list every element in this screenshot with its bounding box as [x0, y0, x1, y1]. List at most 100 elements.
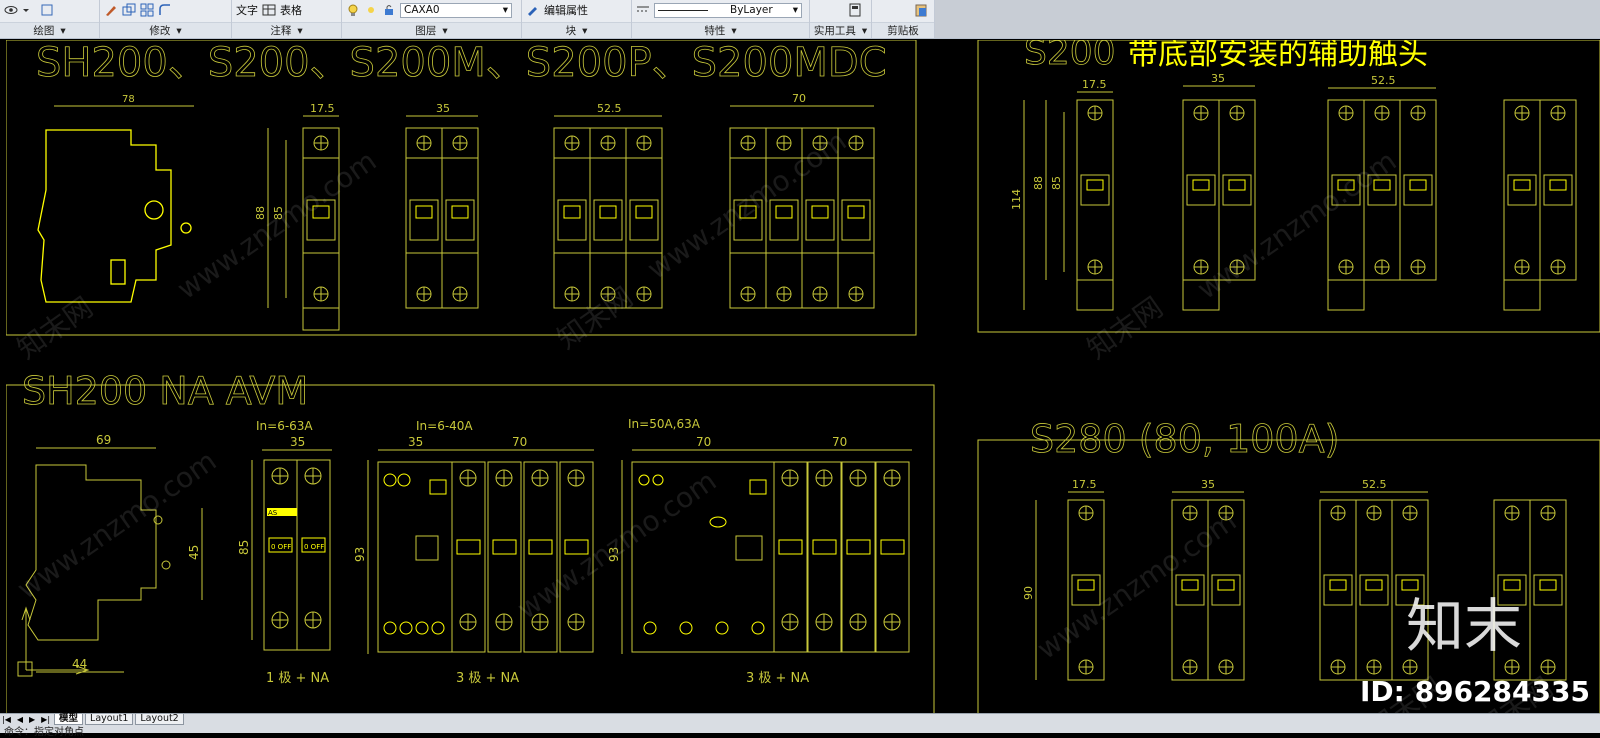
- fillet-icon[interactable]: [158, 3, 172, 17]
- aux-dim-17-5: 17.5: [1077, 78, 1113, 93]
- sun-icon[interactable]: [364, 3, 378, 17]
- ribbon-group-label[interactable]: 特性 ▾: [632, 22, 809, 38]
- diagonal-watermark: www.znzmo.com: [11, 444, 222, 606]
- linetype-select[interactable]: ByLayer ▾: [654, 2, 802, 18]
- ribbon-group-label[interactable]: 实用工具 ▾: [810, 22, 871, 38]
- edit-attribute-icon[interactable]: [526, 3, 540, 17]
- lock-icon[interactable]: [382, 3, 396, 17]
- layer-tools: CAXA0 ▾: [346, 1, 512, 19]
- text-button[interactable]: 文字: [236, 2, 258, 18]
- tab-layout1[interactable]: Layout1: [85, 714, 134, 725]
- dim-label: 45: [187, 545, 201, 560]
- ribbon-group-label[interactable]: 剪贴板: [872, 22, 934, 38]
- dim-17-5: 17.5: [303, 102, 339, 117]
- dim-label: 88: [1032, 176, 1045, 190]
- edit-attribute-button[interactable]: 编辑属性: [544, 2, 588, 18]
- na-module-3pole-left: [377, 461, 453, 653]
- layers-group-label: 图层: [415, 25, 437, 37]
- measure-icon[interactable]: [40, 3, 54, 17]
- ribbon-group-label[interactable]: 块 ▾: [522, 22, 631, 38]
- dim-label: 70: [792, 92, 806, 105]
- dim-52-5: 52.5: [554, 102, 662, 117]
- dim-label: 35: [1211, 72, 1225, 85]
- view-eye-icon[interactable]: [4, 3, 18, 17]
- id-watermark: ID: 896284335: [1360, 675, 1590, 708]
- table-button[interactable]: 表格: [280, 2, 302, 18]
- drawing-svg[interactable]: SH200、S200、S200M、S200P、S200MDC S200 带底部安…: [6, 40, 1600, 713]
- dropdown-icon[interactable]: [22, 3, 36, 17]
- clipboard-tools: [876, 1, 928, 19]
- diagonal-watermark: www.znzmo.com: [1031, 504, 1242, 666]
- annotate-group-label: 注释: [270, 25, 292, 37]
- dim-label: 85: [237, 540, 251, 555]
- linetype-icon[interactable]: [636, 3, 650, 17]
- tab-layout2[interactable]: Layout2: [135, 714, 184, 725]
- dim-label: 85: [1050, 176, 1063, 190]
- chevron-down-icon: ▾: [297, 24, 303, 37]
- ribbon: 绘图 ▾ 修改 ▾ 文字 表格 注释 ▾ CAXA0 ▾ 图层 ▾ 编辑属性 块…: [0, 0, 1600, 39]
- title-s280: S280 (80, 100A): [1030, 417, 1339, 461]
- diagonal-watermark-cn: 知末网: [1081, 291, 1169, 366]
- modify-tools: [104, 1, 172, 19]
- diagonal-watermark: www.znzmo.com: [511, 464, 722, 626]
- modify-group-label: 修改: [149, 25, 171, 37]
- command-line[interactable]: 命令：指定对角点: [4, 723, 84, 738]
- dim-label: 69: [96, 433, 111, 447]
- dim-label: 90: [1022, 586, 1035, 600]
- utilities-tools: [814, 1, 862, 19]
- diagonal-watermark: www.znzmo.com: [171, 144, 382, 306]
- copy-icon[interactable]: [122, 3, 136, 17]
- draw-group-label: 绘图: [33, 25, 55, 37]
- dim-label: 52.5: [1371, 74, 1396, 87]
- s280-module-1pole: [1067, 499, 1105, 681]
- zhimo-logo: 知末: [1406, 592, 1523, 660]
- s280-dim-90: 90: [1022, 500, 1037, 680]
- frame-na-avm: [6, 384, 935, 713]
- table-icon[interactable]: [262, 3, 276, 17]
- chevron-down-icon: ▾: [60, 24, 66, 37]
- array-icon[interactable]: [140, 3, 154, 17]
- paste-icon[interactable]: [914, 3, 928, 17]
- ribbon-group-label[interactable]: 绘图 ▾: [0, 22, 99, 38]
- dim-label: 35: [290, 435, 305, 449]
- layout-status-bar: |◀ ◀ ▶ ▶| 模型 Layout1 Layout2 命令：指定对角点: [0, 713, 1600, 738]
- layer-select[interactable]: CAXA0 ▾: [400, 2, 512, 18]
- ribbon-group-label[interactable]: 图层 ▾: [342, 22, 521, 38]
- ribbon-group-clipboard: 剪贴板: [872, 0, 935, 38]
- dim-70: 70: [730, 92, 874, 107]
- block-label: AS: [268, 509, 278, 517]
- aux-module-1pole: [1076, 99, 1114, 311]
- ribbon-group-properties: ByLayer ▾ 特性 ▾: [632, 0, 810, 38]
- dim-label: 35: [1201, 478, 1215, 491]
- dim-na-85: 85: [237, 460, 253, 640]
- breaker-side-profile: [37, 129, 192, 303]
- ribbon-group-draw: 绘图 ▾: [0, 0, 100, 38]
- ribbon-empty-area: [935, 0, 1600, 38]
- calculator-icon[interactable]: [848, 3, 862, 17]
- dim-78: 78: [54, 94, 194, 107]
- properties-tools: ByLayer ▾: [636, 1, 802, 19]
- aux-dim-35: 35: [1183, 72, 1255, 87]
- na-module-3pole-right-poles: [773, 461, 910, 653]
- title-s200: S200: [1024, 40, 1116, 73]
- dim-label: 17.5: [1082, 78, 1107, 91]
- ribbon-group-label[interactable]: 修改 ▾: [100, 22, 231, 38]
- block-tools: 编辑属性: [526, 1, 588, 19]
- annotate-tools: 文字 表格: [236, 1, 302, 19]
- diagonal-watermark: www.znzmo.com: [641, 124, 852, 286]
- s280-dim-35: 35: [1172, 478, 1244, 493]
- dim-label: 17.5: [310, 102, 335, 115]
- dim-label: 52.5: [1362, 478, 1387, 491]
- brush-icon[interactable]: [104, 3, 118, 17]
- title-sh200: SH200、S200、S200M、S200P、S200MDC: [36, 40, 887, 86]
- ribbon-group-label[interactable]: 注释 ▾: [232, 22, 341, 38]
- chevron-down-icon: ▾: [582, 24, 588, 37]
- dim-na-35b-70: 35 70 93: [353, 435, 594, 654]
- lightbulb-icon[interactable]: [346, 3, 360, 17]
- drawing-canvas[interactable]: SH200、S200、S200M、S200P、S200MDC S200 带底部安…: [6, 40, 1600, 713]
- block-label: 0 OFF: [304, 543, 324, 551]
- dim-label: 17.5: [1072, 478, 1097, 491]
- dim-label: 52.5: [597, 102, 622, 115]
- dim-label: 93: [353, 547, 367, 562]
- dim-label: 35: [408, 435, 423, 449]
